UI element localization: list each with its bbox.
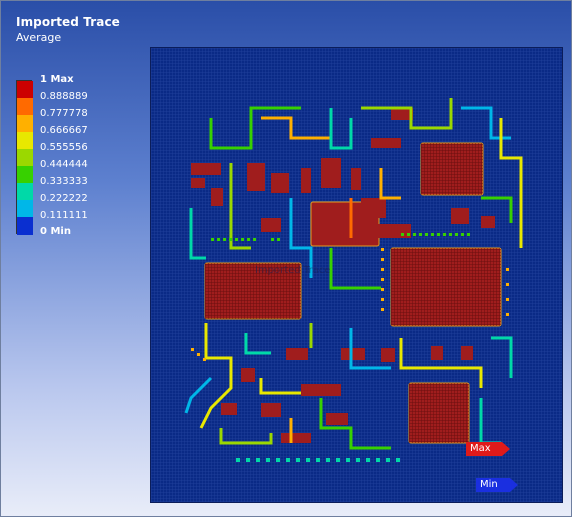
result-subtitle: Average bbox=[16, 31, 62, 44]
color-legend: 1 Max 0.888889 0.777778 0.666667 0.55555… bbox=[16, 74, 106, 237]
legend-swatch-9 bbox=[17, 217, 33, 235]
result-title: Imported Trace bbox=[16, 15, 120, 29]
legend-label-4: 0.666667 bbox=[40, 125, 88, 136]
trace-map-viewport[interactable] bbox=[150, 47, 563, 503]
legend-swatch-4 bbox=[17, 132, 33, 149]
legend-swatch-7 bbox=[17, 183, 33, 200]
legend-swatch-8 bbox=[17, 200, 33, 217]
legend-swatch-1 bbox=[17, 81, 33, 98]
legend-label-8: 0.222222 bbox=[40, 193, 88, 204]
legend-label-5: 0.555556 bbox=[40, 142, 88, 153]
min-probe-label[interactable]: Min bbox=[476, 478, 518, 492]
legend-swatch-5 bbox=[17, 149, 33, 166]
legend-label-2: 0.888889 bbox=[40, 91, 88, 102]
watermark-label: Imported Trace bbox=[255, 265, 331, 276]
legend-label-9: 0.111111 bbox=[40, 210, 88, 221]
legend-swatch-3 bbox=[17, 115, 33, 132]
legend-label-max: 1 Max bbox=[40, 74, 74, 85]
legend-swatch-2 bbox=[17, 98, 33, 115]
pcb-trace-map bbox=[151, 48, 562, 502]
max-probe-label[interactable]: Max bbox=[466, 442, 510, 456]
legend-swatch-6 bbox=[17, 166, 33, 183]
legend-label-7: 0.333333 bbox=[40, 176, 88, 187]
legend-label-min: 0 Min bbox=[40, 226, 71, 237]
legend-label-6: 0.444444 bbox=[40, 159, 88, 170]
legend-label-3: 0.777778 bbox=[40, 108, 88, 119]
legend-bar bbox=[16, 80, 33, 235]
